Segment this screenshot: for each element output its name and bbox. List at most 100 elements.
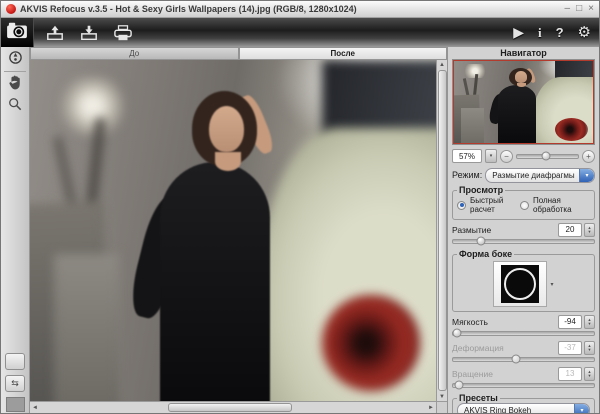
presets-value: AKVIS Ring Bokeh [464, 406, 532, 414]
softness-value-field[interactable]: -94 [558, 314, 582, 329]
background-color-swatch[interactable] [5, 397, 25, 412]
spin-down-icon[interactable]: ▼ [588, 229, 592, 234]
presets-group-title: Пресеты [459, 393, 498, 403]
mode-combobox[interactable]: Размытие диафрагмы ▾ [485, 167, 595, 183]
maximize-button[interactable]: □ [576, 4, 582, 14]
close-button[interactable]: × [588, 4, 594, 14]
full-processing-label: Полная обработка [532, 196, 572, 214]
photo-woman-chest [214, 152, 241, 171]
softness-spinner[interactable]: ▲ ▼ [584, 314, 595, 329]
presets-combo-arrow-icon[interactable]: ▾ [574, 404, 589, 413]
bokeh-shape-wrap: ▾ [457, 259, 590, 308]
fast-preview-option[interactable]: Быстрый расчет [457, 196, 520, 214]
help-button[interactable]: ? [556, 26, 564, 39]
radio-selected-icon[interactable] [457, 200, 466, 210]
tab-after[interactable]: После [238, 47, 447, 60]
spin-down-icon: ▼ [587, 372, 592, 378]
deformation-param-row: Деформация -37 ▲ ▼ [452, 340, 595, 355]
mode-row: Режим: Размытие диафрагмы ▾ [452, 167, 595, 183]
tool-strip: ⇆ [1, 47, 30, 413]
window-title: AKVIS Refocus v.3.5 - Hot & Sexy Girls W… [20, 4, 357, 14]
zoom-tool-button[interactable] [5, 96, 25, 114]
print-icon [113, 24, 133, 42]
window-controls: – □ × [565, 4, 594, 14]
save-image-button[interactable] [76, 21, 102, 45]
scroll-left-arrow[interactable]: ◄ [32, 405, 38, 411]
scroll-down-arrow[interactable]: ▼ [439, 392, 445, 401]
deformation-slider-row [452, 354, 595, 364]
rotation-label: Вращение [452, 368, 493, 379]
mode-value: Размытие диафрагмы [492, 170, 575, 180]
fast-preview-label: Быстрый расчет [470, 196, 504, 214]
frame-button[interactable] [5, 353, 25, 370]
zoom-out-button[interactable]: − [500, 149, 513, 163]
deformation-slider-thumb [511, 354, 521, 364]
open-icon [45, 24, 65, 42]
preview-group: Просмотр Быстрый расчет Полная обработка [452, 185, 595, 220]
info-button[interactable]: i [538, 26, 542, 39]
scroll-right-arrow[interactable]: ► [428, 405, 434, 411]
horizontal-scrollbar[interactable]: ◄ ► [30, 401, 436, 413]
softness-slider-track[interactable] [452, 328, 595, 338]
rotation-slider-row [452, 380, 595, 390]
blur-slider-track[interactable] [452, 236, 595, 246]
bokeh-shape-group: Форма боке ▾ [452, 249, 595, 312]
vertical-scrollbar[interactable]: ▲ ▼ [436, 60, 447, 401]
navigate-tool-button[interactable] [5, 50, 25, 68]
swap-icon: ⇆ [11, 378, 19, 388]
open-image-button[interactable] [42, 21, 68, 45]
full-processing-option[interactable]: Полная обработка [519, 196, 590, 214]
photo-equipment2 [54, 254, 120, 401]
rotation-slider-thumb [454, 380, 464, 390]
vertical-scroll-thumb[interactable] [437, 70, 447, 391]
softness-slider-thumb[interactable] [452, 328, 462, 338]
magnifier-icon [8, 97, 22, 114]
navigator-title: Навигатор [500, 48, 547, 58]
blur-slider-thumb[interactable] [476, 236, 486, 246]
nav-woman-dress [498, 85, 537, 144]
spin-down-icon: ▼ [587, 346, 592, 352]
bokeh-shape-dropdown[interactable]: ▾ [550, 281, 553, 288]
presets-combobox[interactable]: AKVIS Ring Bokeh ▾ [457, 403, 590, 414]
save-icon [79, 24, 99, 42]
main-area: ⇆ До После ▲ ▼ ◄ ► Навигатор 57% ▾ − + Р… [1, 47, 599, 413]
rotation-value-field: 13 [558, 366, 582, 381]
hand-icon [8, 75, 22, 93]
rotation-spinner: ▲ ▼ [584, 366, 595, 381]
navigator-thumbnail[interactable] [452, 59, 595, 145]
camera-logo-button[interactable] [1, 18, 34, 47]
blur-value-field[interactable]: 20 [558, 222, 582, 237]
scrollbar-corner [436, 401, 447, 413]
tab-before[interactable]: До [30, 47, 239, 60]
bokeh-group-title: Форма боке [459, 249, 513, 259]
hand-tool-button[interactable] [5, 75, 25, 93]
app-window: AKVIS Refocus v.3.5 - Hot & Sexy Girls W… [0, 0, 600, 414]
title-bar: AKVIS Refocus v.3.5 - Hot & Sexy Girls W… [1, 1, 599, 18]
print-button[interactable] [110, 21, 136, 45]
blur-param-row: Размытие 20 ▲ ▼ [452, 222, 595, 237]
zoom-controls: 57% ▾ − + [452, 147, 595, 165]
zoom-dropdown-button[interactable]: ▾ [485, 149, 497, 163]
image-canvas[interactable] [30, 60, 436, 401]
bokeh-shape-panel[interactable] [493, 261, 548, 307]
canvas-area: ▲ ▼ ◄ ► [30, 60, 447, 413]
zoom-slider-thumb[interactable] [541, 151, 551, 161]
spin-down-icon[interactable]: ▼ [588, 321, 592, 326]
rotation-slider-track [452, 380, 595, 390]
deformation-spinner: ▲ ▼ [584, 340, 595, 355]
zoom-slider-track[interactable] [516, 151, 579, 161]
photo-woman-face [208, 106, 244, 153]
scroll-up-arrow[interactable]: ▲ [439, 60, 445, 69]
minimize-button[interactable]: – [565, 4, 571, 14]
run-button[interactable]: ▶ [513, 25, 524, 39]
softness-param-row: Мягкость -94 ▲ ▼ [452, 314, 595, 329]
mode-combo-arrow-icon[interactable]: ▾ [579, 168, 594, 182]
horizontal-scroll-thumb[interactable] [168, 403, 292, 412]
radio-unselected-icon[interactable] [519, 200, 529, 210]
toolbar-right-group: ▶ i ? ⚙ [513, 25, 591, 40]
blur-spinner[interactable]: ▲ ▼ [584, 222, 595, 237]
zoom-value-field[interactable]: 57% [452, 149, 482, 163]
zoom-in-button[interactable]: + [582, 149, 595, 163]
swap-views-button[interactable]: ⇆ [5, 375, 25, 392]
settings-button[interactable]: ⚙ [578, 25, 591, 40]
